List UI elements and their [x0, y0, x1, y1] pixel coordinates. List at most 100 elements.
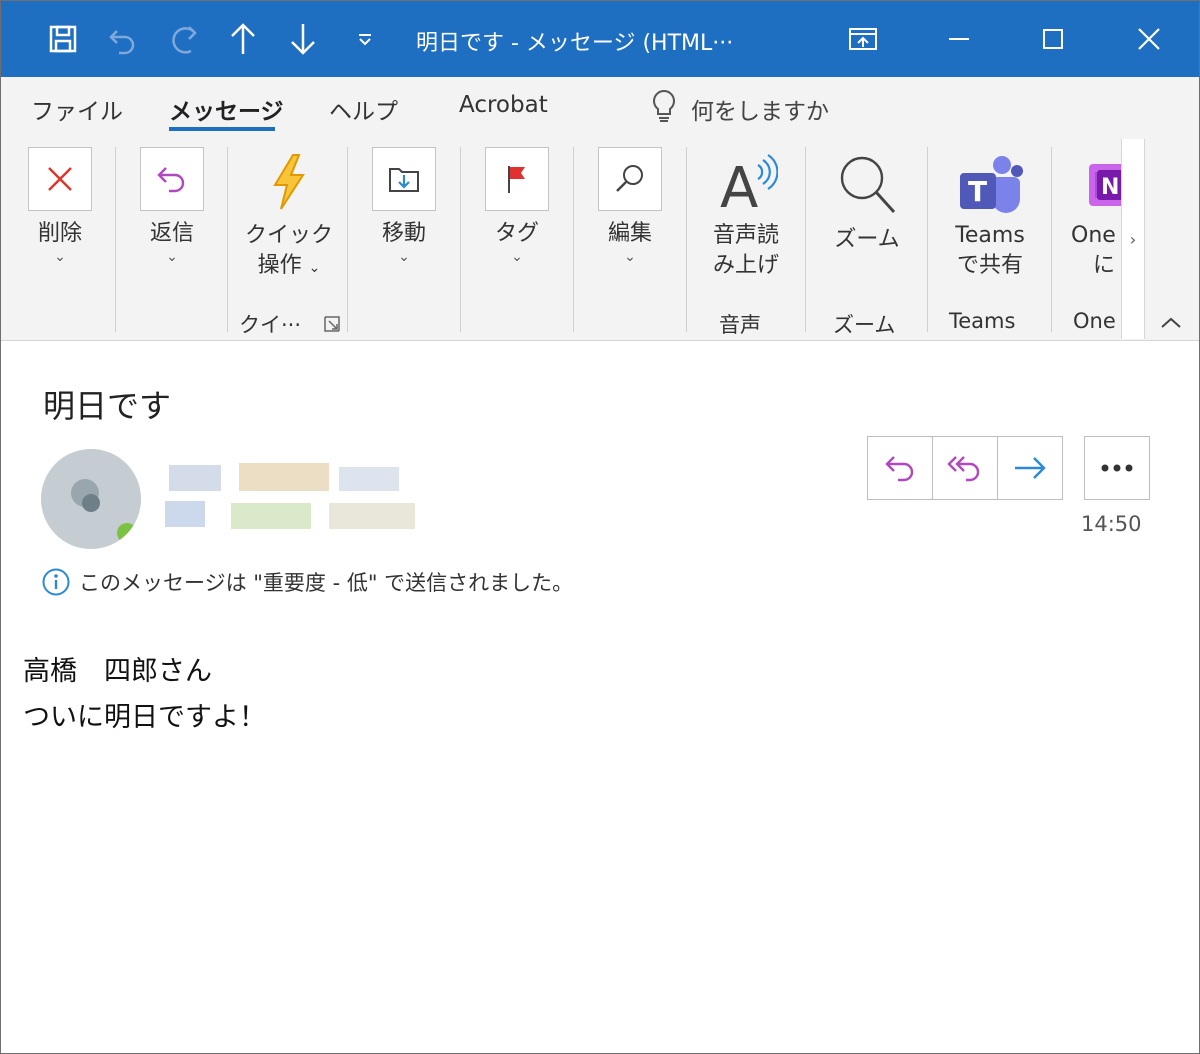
group-label-speech: 音声 — [719, 313, 761, 337]
customize-qat-icon[interactable] — [347, 21, 383, 57]
edit-label: 編集 — [607, 221, 652, 246]
redo-icon[interactable] — [165, 21, 201, 57]
group-separator — [347, 147, 348, 332]
svg-text:T: T — [968, 175, 987, 208]
flag-icon — [485, 147, 549, 211]
outlook-message-window: 明日です - メッセージ (HTML··· ファイル メッセージ ヘルプ Acr… — [0, 0, 1200, 1054]
body-line: 高橋 四郎さん — [23, 656, 212, 687]
arrow-up-icon[interactable] — [225, 21, 261, 57]
sender-name-redacted — [161, 459, 421, 543]
save-icon[interactable] — [45, 21, 81, 57]
read-aloud-icon: A — [703, 149, 789, 217]
delete-label: 削除 — [37, 221, 82, 246]
tag-label: タグ — [494, 221, 539, 246]
chevron-right-icon: › — [1129, 229, 1137, 249]
message-subject: 明日です — [43, 387, 172, 425]
group-separator — [115, 147, 116, 332]
teams-icon: T — [945, 151, 1035, 219]
delete-button[interactable]: 削除 ⌄ — [25, 147, 95, 265]
move-button[interactable]: 移動 ⌄ — [369, 147, 439, 265]
chevron-down-icon: ⌄ — [308, 260, 321, 276]
reply-button[interactable]: 返信 ⌄ — [137, 147, 207, 265]
read-aloud-label-line2: み上げ — [712, 253, 779, 278]
arrow-down-icon[interactable] — [285, 21, 321, 57]
search-icon — [598, 147, 662, 211]
move-folder-icon — [372, 147, 436, 211]
group-separator — [927, 147, 928, 332]
reply-icon — [140, 147, 204, 211]
delete-icon — [28, 147, 92, 211]
svg-text:N: N — [1101, 175, 1119, 200]
group-separator — [1051, 147, 1052, 332]
teams-label-line1: Teams — [955, 223, 1025, 248]
quick-steps-label-line1: クイック — [244, 223, 333, 248]
info-icon — [42, 568, 70, 596]
reply-icon — [885, 456, 914, 482]
more-actions-button[interactable] — [1084, 436, 1150, 500]
group-separator — [686, 147, 687, 332]
tag-button[interactable]: タグ ⌄ — [482, 147, 552, 265]
importance-info: このメッセージは "重要度 - 低" で送信されました。 — [41, 567, 573, 597]
more-icon — [1101, 464, 1133, 472]
zoom-button[interactable]: ズーム — [825, 151, 909, 255]
chevron-down-icon: ⌄ — [624, 249, 636, 265]
svg-text:A: A — [720, 156, 758, 215]
onenote-label-line2: に — [1093, 253, 1116, 278]
minimize-icon[interactable] — [939, 19, 979, 59]
reply-label: 返信 — [149, 221, 194, 246]
tab-message[interactable]: メッセージ — [169, 92, 284, 126]
chevron-down-icon: ⌄ — [398, 249, 410, 265]
active-tab-indicator — [169, 127, 275, 131]
group-label-teams: Teams — [949, 309, 1016, 333]
body-line: ついに明日ですよ！ — [23, 702, 266, 733]
tell-me-label: 何をしますか — [691, 99, 829, 125]
forward-button[interactable] — [997, 436, 1063, 500]
zoom-label: ズーム — [834, 227, 900, 252]
tab-file[interactable]: ファイル — [31, 92, 123, 126]
importance-text: このメッセージは "重要度 - 低" で送信されました。 — [79, 571, 574, 595]
read-aloud-button[interactable]: A 音声読 み上げ — [703, 149, 789, 281]
quick-steps-button[interactable]: クイック 操作 ⌄ — [243, 151, 335, 283]
chevron-down-icon: ⌄ — [166, 249, 178, 265]
ribbon-display-icon[interactable] — [843, 19, 883, 59]
group-separator — [805, 147, 806, 332]
onenote-label-line1: One — [1071, 223, 1116, 248]
send-to-onenote-button[interactable]: N One に — [1071, 151, 1123, 281]
quick-steps-label-line2: 操作 — [257, 253, 302, 278]
window-title: 明日です - メッセージ (HTML··· — [416, 31, 734, 56]
read-aloud-label-line1: 音声読 — [712, 223, 779, 248]
undo-icon[interactable] — [105, 21, 141, 57]
dialog-launcher-icon[interactable] — [323, 315, 341, 337]
zoom-icon — [825, 151, 909, 219]
message-actions — [867, 436, 1063, 500]
group-separator — [573, 147, 574, 332]
share-to-teams-button[interactable]: T Teams で共有 — [945, 151, 1035, 281]
close-icon[interactable] — [1129, 19, 1169, 59]
message-body: 高橋 四郎さん ついに明日ですよ！ — [23, 649, 266, 741]
tab-acrobat[interactable]: Acrobat — [459, 92, 548, 118]
ribbon-scroll-right[interactable]: › — [1121, 139, 1145, 339]
maximize-icon[interactable] — [1033, 19, 1073, 59]
group-label-onenote: One — [1073, 309, 1116, 333]
forward-icon — [1015, 457, 1046, 479]
group-label-zoom: ズーム — [833, 313, 896, 337]
ribbon: 削除 ⌄ 返信 ⌄ クイック 操作 ⌄ クイ··· 移動 ⌄ タグ ⌄ 編集 ⌄… — [1, 139, 1199, 341]
chevron-down-icon: ⌄ — [54, 249, 66, 265]
edit-button[interactable]: 編集 ⌄ — [595, 147, 665, 265]
tab-help[interactable]: ヘルプ — [329, 92, 398, 126]
lightbulb-icon — [651, 89, 677, 129]
chevron-down-icon: ⌄ — [511, 249, 523, 265]
reply-all-button[interactable] — [932, 436, 997, 500]
received-time: 14:50 — [1081, 512, 1142, 536]
move-label: 移動 — [381, 221, 426, 246]
chevron-up-icon — [1161, 317, 1181, 328]
collapse-ribbon-button[interactable] — [1159, 315, 1183, 335]
tell-me-search[interactable]: 何をしますか — [651, 89, 829, 129]
group-separator — [460, 147, 461, 332]
teams-label-line2: で共有 — [956, 253, 1023, 278]
reply-button[interactable] — [867, 436, 932, 500]
title-bar: 明日です - メッセージ (HTML··· — [1, 1, 1199, 77]
reply-all-icon — [947, 456, 980, 482]
lightning-icon — [243, 151, 335, 213]
group-separator — [227, 147, 228, 332]
